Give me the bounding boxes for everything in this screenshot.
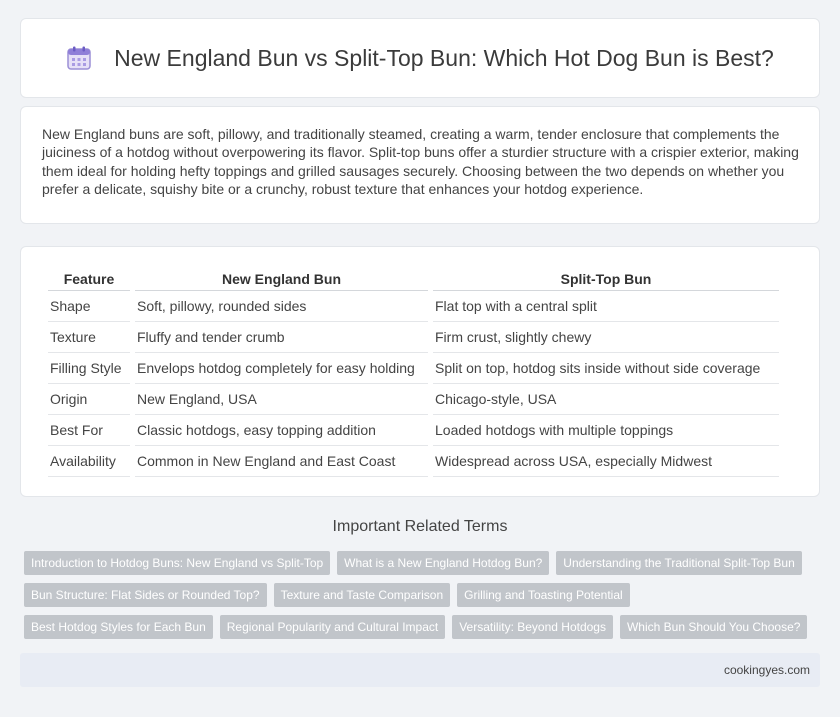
split-top-cell: Firm crust, slightly chewy [433, 322, 779, 353]
related-term-tag[interactable]: Grilling and Toasting Potential [457, 583, 630, 607]
split-top-cell: Split on top, hotdog sits inside without… [433, 353, 779, 384]
related-term-tag[interactable]: Bun Structure: Flat Sides or Rounded Top… [24, 583, 267, 607]
new-england-cell: New England, USA [135, 384, 428, 415]
table-row: Best For Classic hotdogs, easy topping a… [48, 415, 779, 446]
table-row: Availability Common in New England and E… [48, 446, 779, 477]
new-england-cell: Fluffy and tender crumb [135, 322, 428, 353]
split-top-cell: Chicago-style, USA [433, 384, 779, 415]
feature-cell: Origin [48, 384, 130, 415]
feature-cell: Availability [48, 446, 130, 477]
tag-row: Best Hotdog Styles for Each Bun Regional… [24, 615, 824, 639]
tag-row: Bun Structure: Flat Sides or Rounded Top… [24, 583, 824, 607]
comparison-table-card: Feature New England Bun Split-Top Bun Sh… [20, 246, 820, 497]
header-feature: Feature [48, 267, 130, 291]
feature-cell: Filling Style [48, 353, 130, 384]
related-term-tag[interactable]: Best Hotdog Styles for Each Bun [24, 615, 213, 639]
new-england-cell: Common in New England and East Coast [135, 446, 428, 477]
feature-cell: Best For [48, 415, 130, 446]
related-term-tag[interactable]: Versatility: Beyond Hotdogs [452, 615, 613, 639]
related-term-tag[interactable]: Which Bun Should You Choose? [619, 615, 808, 639]
intro-card: New England buns are soft, pillowy, and … [20, 106, 820, 224]
new-england-cell: Classic hotdogs, easy topping addition [135, 415, 428, 446]
intro-text: New England buns are soft, pillowy, and … [42, 126, 799, 198]
calendar-icon [67, 46, 91, 70]
related-term-tag[interactable]: Regional Popularity and Cultural Impact [219, 615, 446, 639]
split-top-cell: Flat top with a central split [433, 291, 779, 322]
related-terms-tags: Introduction to Hotdog Buns: New England… [24, 551, 824, 647]
related-terms-title: Important Related Terms [332, 518, 508, 535]
table-row: Shape Soft, pillowy, rounded sides Flat … [48, 291, 779, 322]
comparison-table: Feature New England Bun Split-Top Bun Sh… [43, 267, 784, 477]
related-term-tag[interactable]: Understanding the Traditional Split-Top … [556, 551, 802, 575]
related-term-tag[interactable]: Texture and Taste Comparison [273, 583, 451, 607]
footer: cookingyes.com [20, 653, 820, 687]
related-term-tag[interactable]: What is a New England Hotdog Bun? [337, 551, 550, 575]
footer-site-link[interactable]: cookingyes.com [724, 663, 810, 677]
new-england-cell: Soft, pillowy, rounded sides [135, 291, 428, 322]
header-split-top-bun: Split-Top Bun [433, 267, 779, 291]
page-title: New England Bun vs Split-Top Bun: Which … [114, 44, 774, 71]
table-row: Filling Style Envelops hotdog completely… [48, 353, 779, 384]
split-top-cell: Widespread across USA, especially Midwes… [433, 446, 779, 477]
header: New England Bun vs Split-Top Bun: Which … [66, 45, 774, 72]
table-header-row: Feature New England Bun Split-Top Bun [48, 267, 779, 291]
feature-cell: Shape [48, 291, 130, 322]
related-term-tag[interactable]: Introduction to Hotdog Buns: New England… [24, 551, 331, 575]
table-row: Origin New England, USA Chicago-style, U… [48, 384, 779, 415]
feature-cell: Texture [48, 322, 130, 353]
new-england-cell: Envelops hotdog completely for easy hold… [135, 353, 428, 384]
split-top-cell: Loaded hotdogs with multiple toppings [433, 415, 779, 446]
header-card: New England Bun vs Split-Top Bun: Which … [20, 18, 820, 98]
table-row: Texture Fluffy and tender crumb Firm cru… [48, 322, 779, 353]
header-new-england-bun: New England Bun [135, 267, 428, 291]
tag-row: Introduction to Hotdog Buns: New England… [24, 551, 824, 575]
